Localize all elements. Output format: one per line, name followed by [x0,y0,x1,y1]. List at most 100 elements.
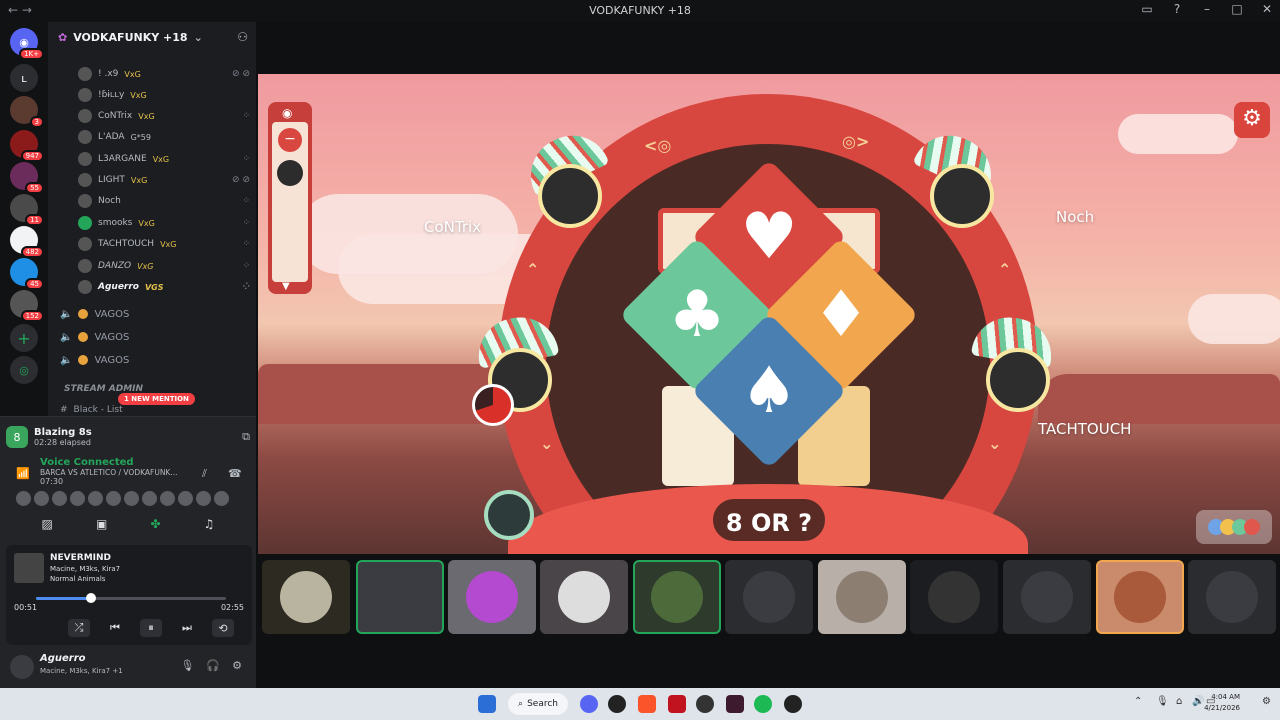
camera-off-icon[interactable]: ▨ [42,517,53,531]
participant-tile[interactable] [1188,560,1276,634]
screen-share-icon[interactable]: ▣ [96,517,107,531]
avatar[interactable] [106,491,121,506]
server-icon[interactable]: 11 [10,194,44,226]
eye-icon[interactable]: ◉ [282,106,292,120]
activity-card[interactable]: 8 Blazing 8s 02:28 elapsed ⧉ [6,421,250,453]
player-seat[interactable] [986,348,1050,412]
avatar[interactable] [124,491,139,506]
popout-icon[interactable]: ⧉ [242,430,250,444]
member-item[interactable]: L3ARGANE VxG ⁘ [78,149,250,169]
next-icon[interactable]: ⏭ [176,619,198,637]
volume-icon[interactable]: 🔊 [1192,696,1204,707]
activities-icon[interactable]: ✤ [150,517,160,531]
participant-tile[interactable] [1096,560,1184,634]
participant-tile[interactable] [540,560,628,634]
progress-knob[interactable] [86,593,97,603]
avatar[interactable] [16,491,31,506]
member-item[interactable]: LIGHT VxG ⊘ ⊘ [78,170,250,190]
app-icon[interactable] [784,695,802,713]
avatar[interactable] [52,491,67,506]
server-icon[interactable]: 152 [10,290,44,322]
avatar[interactable] [160,491,175,506]
soundboard-icon[interactable]: ♫ [204,517,215,531]
participant-tile[interactable] [633,560,721,634]
participant-tile[interactable] [818,560,906,634]
disconnect-icon[interactable]: ☎ [228,467,242,480]
avatar[interactable] [277,160,303,186]
notifications-icon[interactable]: ⚙ [1262,696,1271,707]
maximize-button[interactable]: □ [1230,2,1244,16]
member-item[interactable]: L'ADA G*59 [78,127,250,147]
app-icon[interactable] [668,695,686,713]
server-icon[interactable]: 55 [10,162,44,194]
add-server-icon[interactable]: + [10,324,38,352]
member-item[interactable]: Noch ⁘ [78,191,250,211]
invite-icon[interactable]: ⚇ [237,30,248,44]
inbox-icon[interactable]: ▭ [1140,2,1154,16]
microphone-icon[interactable]: 🎙 [180,659,194,672]
spectator-avatar[interactable] [484,490,534,540]
server-icon[interactable]: 482 [10,226,44,258]
member-item[interactable]: Aguerro VGS ⁘ [78,277,250,297]
minimize-button[interactable]: – [1200,2,1214,16]
brave-icon[interactable] [638,695,656,713]
participant-tile[interactable] [1003,560,1091,634]
avatar[interactable] [196,491,211,506]
avatar[interactable] [178,491,193,506]
participant-tile[interactable] [356,560,444,634]
participant-tile[interactable] [910,560,998,634]
settings-button[interactable]: ⚙ [1234,102,1270,138]
member-item[interactable]: !ɓɨʟʟy VxG [78,85,250,105]
player-seat[interactable] [538,164,602,228]
gear-icon[interactable]: ⚙ [232,659,242,672]
voice-channel[interactable]: 🔈 VAGOS [60,327,129,347]
app-icon[interactable] [696,695,714,713]
avatar[interactable] [70,491,85,506]
shuffle-icon[interactable]: ⤮ [68,619,90,637]
participant-tile[interactable] [262,560,350,634]
headphones-icon[interactable]: 🎧 [206,659,220,672]
voice-channel-label[interactable]: BARCA VS ATLETICO / VODKAFUNK... [40,468,178,477]
app-icon[interactable] [608,695,626,713]
server-icon[interactable]: ʟ [10,64,38,92]
new-mention-badge[interactable]: 1 NEW MENTION [118,393,195,405]
player-seat[interactable] [930,164,994,228]
previous-icon[interactable]: ⏮ [104,619,126,637]
home-icon[interactable]: ◉ 1K+ [10,28,44,60]
member-item[interactable]: TACHTOUCH VxG ⁘ [78,234,250,254]
server-icon[interactable]: 947 [10,130,44,162]
server-header[interactable]: ✿ VODKAFUNKY +18 ⌄ ⚇ [48,22,256,52]
repeat-icon[interactable]: ⟲ [212,619,234,637]
pause-icon[interactable]: ⏸ [140,619,162,637]
avatar[interactable] [34,491,49,506]
avatar[interactable] [142,491,157,506]
progress-bar[interactable] [36,593,226,603]
avatar[interactable] [88,491,103,506]
member-item[interactable]: DANZO VxG ⁘ [78,256,250,276]
member-item[interactable]: CoNTrix VxG ⁘ [78,106,250,126]
microphone-icon[interactable]: 🎙 [1156,696,1169,707]
avatar[interactable] [214,491,229,506]
member-item[interactable]: ! .x9 VxG ⊘ ⊘ [78,64,250,84]
help-icon[interactable]: ? [1170,2,1184,16]
discover-icon[interactable]: ◎ [10,356,38,384]
close-button[interactable]: ✕ [1260,2,1274,16]
chevron-down-icon[interactable]: ▼ [282,281,290,292]
network-icon[interactable]: ⌂ [1176,696,1182,707]
discord-icon[interactable] [580,695,598,713]
member-item[interactable]: smooks VxG ⁘ [78,213,250,233]
avatar[interactable] [10,655,34,679]
voice-channel[interactable]: 🔈 VAGOS [60,350,129,370]
clock[interactable]: 4:04 AM 4/21/2026 [1204,692,1240,714]
reactions-button[interactable] [1196,510,1272,544]
start-icon[interactable] [478,695,496,713]
app-icon[interactable] [726,695,744,713]
server-icon[interactable]: 3 [10,96,44,128]
song-title[interactable]: NEVERMIND [50,553,111,563]
voice-channel[interactable]: 🔈 VAGOS [60,304,129,324]
server-icon[interactable]: 45 [10,258,44,290]
username[interactable]: Aguerro [40,653,86,664]
search-box[interactable]: ⌕ Search [508,693,568,715]
collapse-button[interactable]: − [278,128,302,152]
participant-tile[interactable] [725,560,813,634]
